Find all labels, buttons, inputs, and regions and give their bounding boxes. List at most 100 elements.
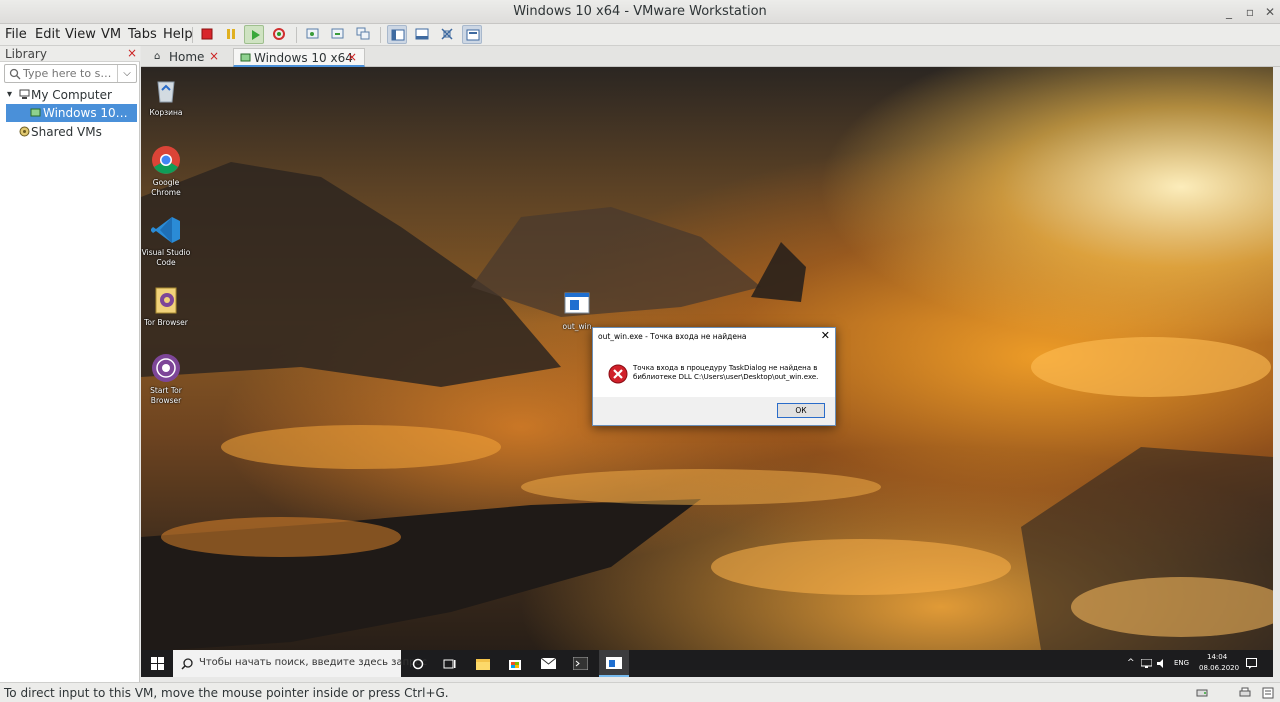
- play-icon: [252, 30, 260, 40]
- close-button[interactable]: ✕: [1261, 3, 1279, 21]
- thumbnail-icon: [415, 28, 429, 40]
- desktop-icon-tor-browser[interactable]: Tor Browser: [141, 284, 192, 328]
- revert-snapshot-icon: [331, 28, 344, 39]
- close-tab-icon[interactable]: ×: [209, 49, 219, 63]
- tree-item-my-computer[interactable]: ▾ My Computer: [0, 86, 138, 104]
- desktop-icon-out-win[interactable]: out_win: [551, 288, 603, 332]
- expand-arrow-icon[interactable]: ▾: [7, 89, 12, 100]
- home-icon: ⌂: [154, 51, 161, 62]
- menubar: File Edit View VM Tabs Help: [0, 24, 1280, 46]
- desktop-icon-label: Корзина: [149, 108, 183, 117]
- tor-icon: [152, 354, 180, 382]
- message-log-icon[interactable]: [1262, 687, 1274, 699]
- tab-home[interactable]: ⌂ Home ×: [147, 48, 229, 67]
- clock-date[interactable]: 08.06.2020: [1199, 664, 1239, 672]
- computer-icon: [19, 89, 30, 99]
- vm-icon: [240, 53, 251, 62]
- exe-icon: [564, 292, 590, 314]
- task-view-icon[interactable]: [443, 658, 456, 670]
- suspend-button[interactable]: [221, 25, 241, 44]
- thumbnail-bar-button[interactable]: [412, 25, 432, 44]
- tray-expand-icon[interactable]: ^: [1127, 658, 1135, 668]
- file-explorer-icon[interactable]: [476, 657, 490, 670]
- minimize-button[interactable]: _: [1220, 3, 1238, 21]
- ok-button[interactable]: ОК: [777, 403, 825, 418]
- error-icon: [608, 364, 628, 384]
- hard-disk-icon[interactable]: [1196, 687, 1208, 699]
- desktop-icon-vscode[interactable]: Visual Studio Code: [141, 214, 192, 268]
- power-on-button[interactable]: [244, 25, 264, 44]
- full-screen-button[interactable]: [437, 25, 457, 44]
- tab-windows10[interactable]: Windows 10 x64 ×: [233, 48, 365, 67]
- mail-icon[interactable]: [541, 658, 556, 669]
- toolbar-separator: [380, 27, 381, 43]
- tree-item-label: Shared VMs: [31, 125, 102, 139]
- menu-view[interactable]: View: [65, 27, 96, 42]
- power-off-button[interactable]: [197, 25, 217, 44]
- tab-bar: ⌂ Home × Windows 10 x64 ×: [141, 46, 1280, 67]
- shared-vms-icon: [19, 126, 30, 137]
- network-icon[interactable]: [1141, 659, 1152, 668]
- exe-icon: [606, 657, 622, 669]
- tree-item-label: My Computer: [31, 88, 112, 102]
- tab-label: Home: [169, 50, 205, 64]
- vm-icon: [30, 108, 41, 117]
- close-library-icon[interactable]: ×: [127, 46, 137, 60]
- desktop-icon-start-tor[interactable]: Start Tor Browser: [141, 352, 192, 406]
- library-view-icon: [391, 29, 405, 41]
- terminal-icon[interactable]: [573, 657, 588, 670]
- tree-item-label: Windows 10…: [43, 106, 128, 120]
- recycle-bin-icon: [157, 81, 175, 103]
- dialog-message: Точка входа в процедуру TaskDialog не на…: [633, 364, 819, 381]
- desktop-icon-label: Visual Studio Code: [141, 248, 191, 267]
- pause-icon: [227, 29, 235, 39]
- library-search[interactable]: ⌵: [4, 64, 137, 83]
- menu-vm[interactable]: VM: [101, 27, 121, 42]
- library-search-input[interactable]: [23, 66, 115, 81]
- volume-icon[interactable]: [1156, 658, 1167, 669]
- vscode-icon: [151, 217, 180, 243]
- status-text: To direct input to this VM, move the mou…: [4, 686, 449, 700]
- store-icon[interactable]: [508, 656, 522, 671]
- console-view-icon: [466, 29, 480, 41]
- cortana-icon[interactable]: [412, 658, 424, 670]
- dialog-title: out_win.exe - Точка входа не найдена: [598, 332, 747, 341]
- unity-button[interactable]: [462, 25, 482, 44]
- error-dialog: out_win.exe - Точка входа не найдена ✕ Т…: [592, 327, 836, 426]
- desktop-icon-recycle-bin[interactable]: Корзина: [141, 74, 192, 118]
- toolbar-separator: [296, 27, 297, 43]
- menu-edit[interactable]: Edit: [35, 27, 60, 42]
- dialog-footer: ОК: [593, 397, 835, 425]
- vm-screen[interactable]: Корзина Google Chrome Visual Studio Code…: [141, 67, 1273, 677]
- snapshot-button[interactable]: [303, 25, 323, 44]
- clock-time[interactable]: 14:04: [1207, 653, 1227, 661]
- windows-start-icon[interactable]: [151, 657, 164, 670]
- revert-snapshot-button[interactable]: [328, 25, 348, 44]
- tree-item-windows10[interactable]: Windows 10…: [6, 104, 137, 122]
- status-bar: To direct input to this VM, move the mou…: [0, 682, 1280, 702]
- window-title: Windows 10 x64 - VMware Workstation: [513, 4, 767, 19]
- tree-item-shared-vms[interactable]: Shared VMs: [0, 123, 138, 141]
- notifications-icon[interactable]: [1246, 658, 1257, 669]
- window-titlebar: Windows 10 x64 - VMware Workstation _ ▫ …: [0, 0, 1280, 24]
- menu-file[interactable]: File: [5, 27, 27, 42]
- menu-help[interactable]: Help: [163, 27, 193, 42]
- maximize-button[interactable]: ▫: [1241, 3, 1259, 21]
- taskbar-out-win-app[interactable]: [599, 650, 629, 677]
- snapshot-icon: [306, 28, 319, 39]
- reset-button[interactable]: [269, 25, 289, 44]
- search-dropdown-icon[interactable]: ⌵: [117, 65, 136, 82]
- snapshot-manager-button[interactable]: [353, 25, 373, 44]
- printer-icon[interactable]: [1239, 687, 1251, 699]
- taskbar-search[interactable]: Чтобы начать поиск, введите здесь запрос: [173, 650, 427, 677]
- close-tab-icon[interactable]: ×: [347, 50, 357, 64]
- show-library-button[interactable]: [387, 25, 407, 44]
- search-icon: [9, 68, 21, 80]
- desktop-icon-label: Google Chrome: [151, 178, 181, 197]
- chrome-icon: [152, 146, 180, 174]
- desktop-icon-chrome[interactable]: Google Chrome: [141, 144, 192, 198]
- dialog-close-button[interactable]: ✕: [821, 329, 830, 342]
- menu-tabs[interactable]: Tabs: [128, 27, 157, 42]
- taskbar-search-placeholder: Чтобы начать поиск, введите здесь запрос: [199, 657, 428, 668]
- language-indicator[interactable]: ENG: [1174, 659, 1189, 667]
